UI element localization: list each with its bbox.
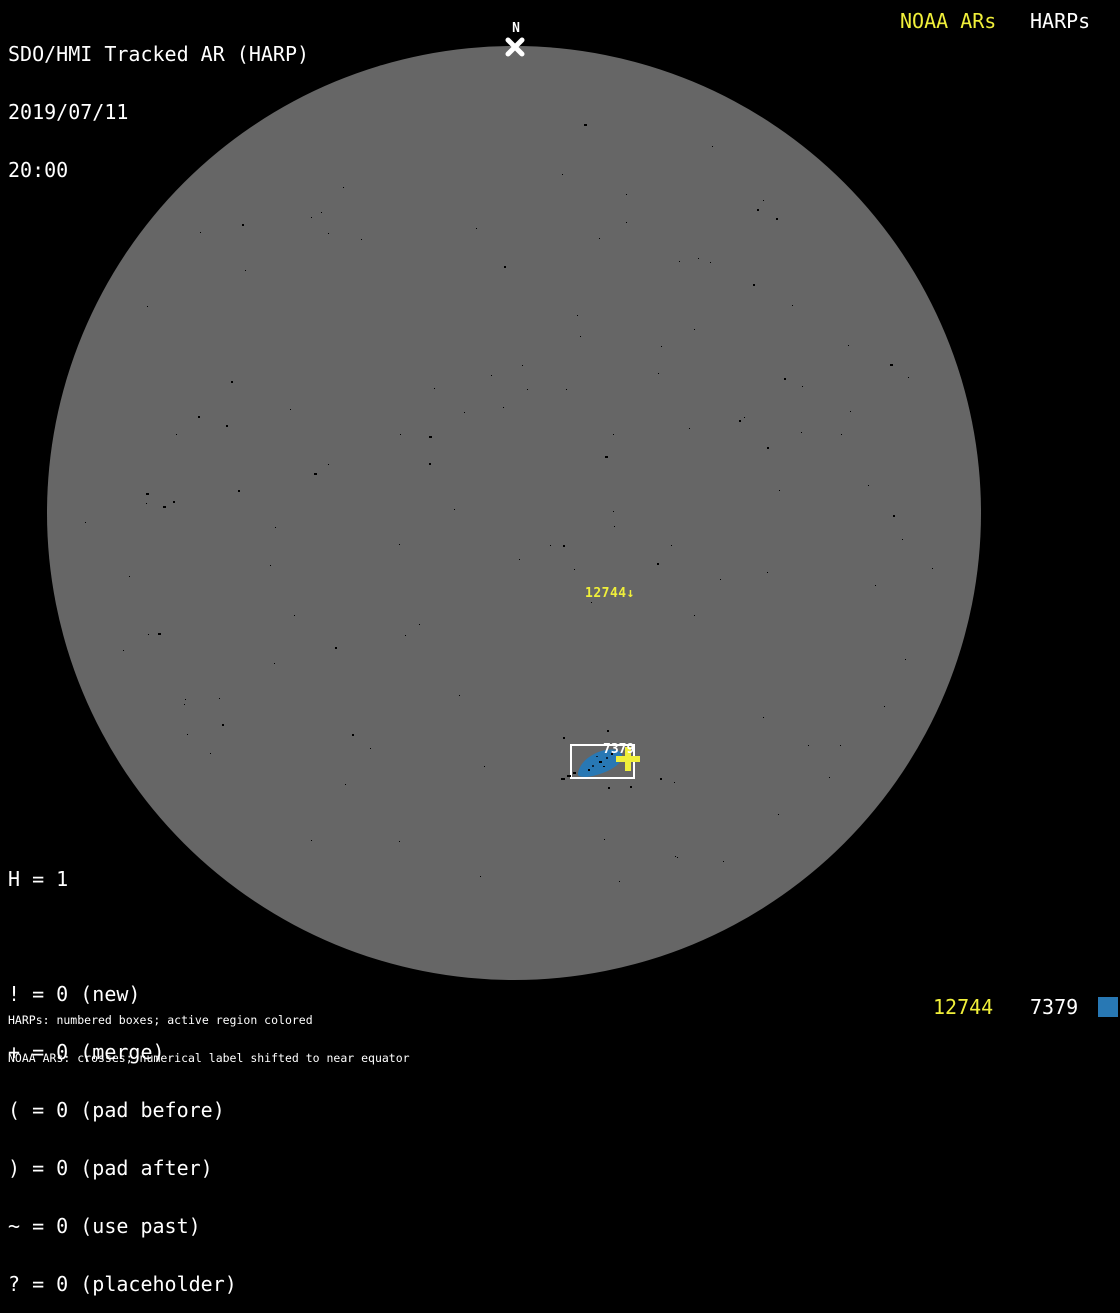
status-noaa-id: 12744 [933, 995, 993, 1019]
legend-item-pad-before: ( = 0 (pad before) [8, 1101, 237, 1120]
top-right-legend: NOAA ARs HARPs [0, 9, 1120, 35]
footnote-noaa: NOAA ARs: crosses; numerical label shift… [8, 1052, 410, 1065]
time-label: 20:00 [8, 161, 309, 180]
harp-count-line: H = 1 [8, 870, 237, 889]
noaa-ars-legend-label: NOAA ARs [900, 9, 996, 33]
title-block: SDO/HMI Tracked AR (HARP) 2019/07/11 20:… [8, 6, 309, 200]
legend-item-placeholder: ? = 0 (placeholder) [8, 1275, 237, 1294]
harp-color-swatch [1098, 997, 1118, 1017]
date-label: 2019/07/11 [8, 103, 309, 122]
north-label: N [505, 21, 527, 36]
legend-item-pad-after: ) = 0 (pad after) [8, 1159, 237, 1178]
harps-legend-label: HARPs [1030, 9, 1090, 33]
status-harp-id: 7379 [1030, 995, 1078, 1019]
page-title: SDO/HMI Tracked AR (HARP) [8, 45, 309, 64]
status-bar-ids: 12744 7379 [0, 995, 1120, 1021]
legend-spacer [8, 927, 237, 946]
noaa-ar-12744-label: 12744↓ [585, 586, 635, 601]
legend-item-use-past: ~ = 0 (use past) [8, 1217, 237, 1236]
harp-box-number: 7379 [603, 742, 634, 757]
